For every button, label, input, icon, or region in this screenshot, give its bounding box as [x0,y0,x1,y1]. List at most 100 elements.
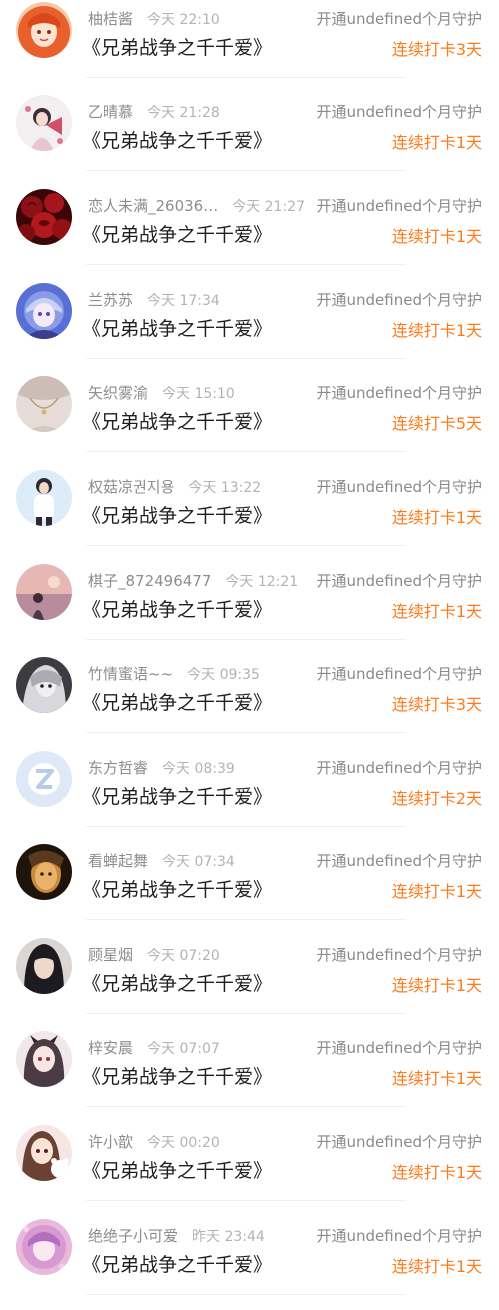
checkin-streak: 连续打卡1天 [391,1257,482,1276]
guard-action-text: 开通undefined个月守护 [314,195,482,216]
row-divider [86,451,406,452]
novel-title[interactable]: 《兄弟战争之千千爱》 [82,1156,272,1183]
timestamp: 今天 13:22 [188,480,262,496]
list-item[interactable]: 权菇凉권지용 今天 13:22 《兄弟战争之千千爱》 开通undefined个月守护连… [0,468,499,561]
novel-title[interactable]: 《兄弟战争之千千爱》 [82,782,272,809]
checkin-streak: 连续打卡1天 [391,227,482,246]
guard-action-text: 开通undefined个月守护 [314,1225,482,1246]
list-item[interactable]: 梓安晨 今天 07:07 《兄弟战争之千千爱》 开通undefined个月守护连续打卡… [0,1029,499,1122]
checkin-streak: 连续打卡3天 [391,695,482,714]
novel-title[interactable]: 《兄弟战争之千千爱》 [82,1250,272,1277]
user-name[interactable]: 乙晴慕 [88,101,133,122]
row-divider [86,358,406,359]
row-divider [86,732,406,733]
avatar-dark-anime-icon[interactable] [16,657,72,713]
checkin-streak: 连续打卡1天 [391,602,482,621]
row-divider [86,1013,406,1014]
novel-title[interactable]: 《兄弟战争之千千爱》 [82,220,272,247]
avatar-pink-anime-icon[interactable] [16,1219,72,1275]
novel-title[interactable]: 《兄弟战争之千千爱》 [82,1062,272,1089]
novel-title[interactable]: 《兄弟战争之千千爱》 [82,969,272,996]
user-name[interactable]: 柚桔酱 [88,8,133,29]
avatar-dark-hair-girl-icon[interactable] [16,938,72,994]
checkin-streak: 连续打卡1天 [391,976,482,995]
user-name[interactable]: 权菇凉권지용 [88,476,174,497]
user-name[interactable]: 竹情蜜语~~ [88,663,173,684]
guard-action-text: 开通undefined个月守护 [314,476,482,497]
user-name[interactable]: 许小歆 [88,1131,133,1152]
row-divider [86,77,406,78]
row-divider [86,170,406,171]
list-item[interactable]: 竹情蜜语~~ 今天 09:35 《兄弟战争之千千爱》 开通undefined个月守护连… [0,655,499,748]
novel-title[interactable]: 《兄弟战争之千千爱》 [82,314,272,341]
list-item[interactable]: 柚桔酱 今天 22:10 《兄弟战争之千千爱》 开通undefined个月守护 连续打卡… [0,0,499,93]
list-item[interactable]: 恋人未满_26036… 今天 21:27 《兄弟战争之千千爱》 开通undefined… [0,187,499,280]
timestamp: 今天 12:21 [225,574,299,590]
novel-title[interactable]: 《兄弟战争之千千爱》 [82,875,272,902]
novel-title[interactable]: 《兄弟战争之千千爱》 [82,126,272,153]
guard-action-text: 开通undefined个月守护 [314,1131,482,1152]
user-name[interactable]: 顾星烟 [88,944,133,965]
avatar-red-roses-icon[interactable] [16,189,72,245]
avatar-necklace-icon[interactable] [16,376,72,432]
avatar-anime-boy-icon[interactable] [16,283,72,339]
avatar-golden-face-icon[interactable] [16,844,72,900]
timestamp: 今天 00:20 [147,1135,220,1151]
avatar-person-white-icon[interactable] [16,470,72,526]
novel-title[interactable]: 《兄弟战争之千千爱》 [82,595,272,622]
checkin-streak: 连续打卡1天 [391,321,482,340]
guard-action-text: 开通undefined个月守护 [314,663,482,684]
timestamp: 今天 09:35 [187,667,260,683]
avatar-default-z-icon[interactable] [16,751,72,807]
checkin-streak: 连续打卡5天 [391,414,482,433]
timestamp: 今天 07:20 [147,948,220,964]
guard-action-text: 开通undefined个月守护 [314,382,482,403]
row-divider [86,545,406,546]
avatar-orange-hair-girl-icon[interactable] [16,2,72,58]
list-item[interactable]: 顾星烟 今天 07:20 《兄弟战争之千千爱》 开通undefined个月守护 连续打卡… [0,936,499,1029]
list-item[interactable]: 矢织雾渝 今天 15:10 《兄弟战争之千千爱》 开通undefined个月守护连续打… [0,374,499,467]
timestamp: 今天 15:10 [162,386,235,402]
guard-action-text: 开通undefined个月守护 [314,8,482,29]
guard-action-text: 开通undefined个月守护 [314,289,482,310]
guard-action-text: 开通undefined个月守护 [314,570,482,591]
timestamp: 今天 07:07 [147,1041,220,1057]
user-name[interactable]: 棋子_872496477 [88,570,211,591]
novel-title[interactable]: 《兄弟战争之千千爱》 [82,407,272,434]
row-divider [86,639,406,640]
checkin-streak: 连续打卡1天 [391,882,482,901]
list-item[interactable]: 兰苏苏 今天 17:34 《兄弟战争之千千爱》 开通undefined个月守护连续打卡… [0,281,499,374]
row-divider [86,1106,406,1107]
avatar-girl-with-fan-icon[interactable] [16,95,72,151]
user-name[interactable]: 兰苏苏 [88,289,133,310]
user-name[interactable]: 矢织雾渝 [88,382,148,403]
list-item[interactable]: 看蝉起舞 今天 07:34 《兄弟战争之千千爱》 开通undefined个月守护连续打… [0,842,499,935]
timestamp: 昨天 23:44 [192,1229,265,1245]
list-item[interactable]: 许小歆 今天 00:20 《兄弟战争之千千爱》 开通undefined个月守护 连续打卡… [0,1123,499,1216]
row-divider [86,264,406,265]
list-item[interactable]: 乙晴慕 今天 21:28 《兄弟战争之千千爱》 开通undefined个月守护 连续打卡… [0,93,499,186]
avatar-gothic-anime-icon[interactable] [16,1031,72,1087]
user-name[interactable]: 梓安晨 [88,1037,133,1058]
list-item[interactable]: 东方哲睿 今天 08:39 《兄弟战争之千千爱》 开通undefined个月守护 连续打… [0,749,499,842]
list-item[interactable]: 绝绝子小可爱 昨天 23:44 《兄弟战争之千千爱》 开通undefined个月守护连… [0,1217,499,1310]
list-item[interactable]: 棋子_872496477 今天 12:21 《兄弟战争之千千爱》 开通undefine… [0,562,499,655]
user-name[interactable]: 恋人未满_26036… [88,195,218,216]
novel-title[interactable]: 《兄弟战争之千千爱》 [82,688,272,715]
avatar-sunset-girl-icon[interactable] [16,564,72,620]
novel-title[interactable]: 《兄弟战争之千千爱》 [82,33,272,60]
timestamp: 今天 07:34 [162,854,235,870]
user-name[interactable]: 看蝉起舞 [88,850,148,871]
avatar-cute-girl-bear-icon[interactable] [16,1125,72,1181]
user-name[interactable]: 绝绝子小可爱 [88,1225,178,1246]
timestamp: 今天 21:28 [147,105,220,121]
novel-title[interactable]: 《兄弟战争之千千爱》 [82,501,272,528]
row-divider [86,826,406,827]
timestamp: 今天 17:34 [147,293,220,309]
checkin-streak: 连续打卡2天 [391,789,482,808]
timestamp: 今天 08:39 [162,761,235,777]
user-name[interactable]: 东方哲睿 [88,757,148,778]
guard-action-text: 开通undefined个月守护 [314,850,482,871]
guard-action-text: 开通undefined个月守护 [314,1037,482,1058]
checkin-streak: 连续打卡1天 [391,1069,482,1088]
